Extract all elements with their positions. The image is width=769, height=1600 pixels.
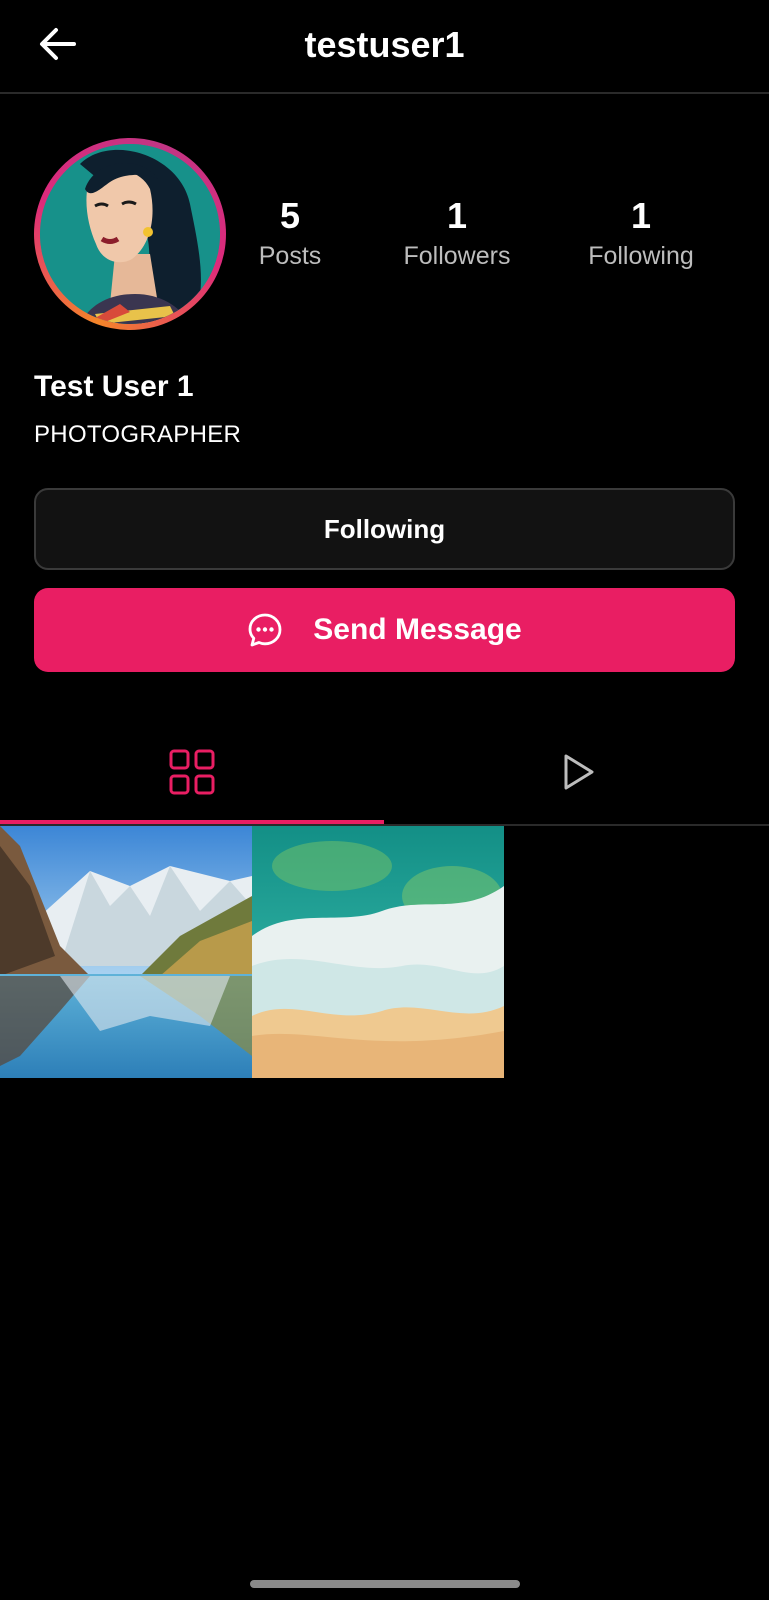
- stat-value: 5: [279, 195, 301, 236]
- stat-value: 1: [446, 195, 468, 236]
- page-title: testuser1: [304, 24, 465, 65]
- active-tab-indicator: [0, 820, 384, 824]
- chat-bubble-icon: [248, 613, 282, 647]
- profile-avatar-ring[interactable]: [34, 138, 226, 330]
- home-indicator: [250, 1580, 520, 1588]
- profile-display-name: Test User 1: [34, 370, 194, 403]
- following-button[interactable]: Following: [34, 488, 735, 570]
- stat-label: Following: [588, 242, 694, 270]
- send-message-button[interactable]: Send Message: [34, 588, 735, 672]
- send-message-label: Send Message: [313, 613, 522, 646]
- profile-bio: PHOTOGRAPHER: [34, 421, 242, 448]
- stat-label: Followers: [403, 242, 511, 270]
- stat-following[interactable]: 1 Following: [561, 194, 721, 271]
- grid-icon: [169, 749, 215, 795]
- stat-posts[interactable]: 5 Posts: [210, 194, 370, 271]
- beach-waves-photo: [252, 826, 504, 1078]
- post-thumbnail[interactable]: [0, 826, 252, 1078]
- tab-posts-grid[interactable]: [0, 720, 384, 824]
- avatar: [40, 144, 220, 324]
- profile-tabs: [0, 720, 769, 826]
- stat-label: Posts: [258, 242, 322, 270]
- post-thumbnail[interactable]: [252, 826, 504, 1078]
- stat-value: 1: [630, 195, 652, 236]
- tab-videos[interactable]: [385, 720, 769, 824]
- play-icon: [564, 754, 594, 790]
- top-app-bar: testuser1: [0, 0, 769, 94]
- stat-followers[interactable]: 1 Followers: [377, 194, 537, 271]
- following-button-label: Following: [323, 513, 446, 544]
- mountain-lake-photo: [0, 826, 252, 1078]
